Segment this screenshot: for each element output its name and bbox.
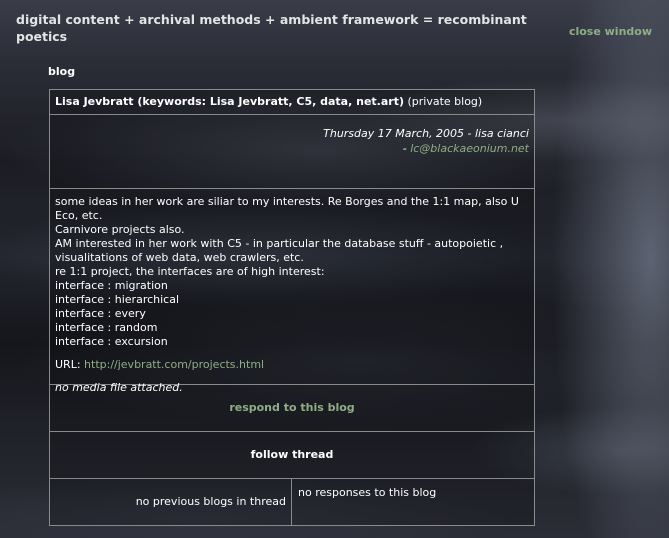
blog-date-row: Thursday 17 March, 2005 - lisa cianci - … — [50, 115, 534, 189]
body-line: interface : excursion — [55, 335, 168, 348]
blog-heading: Lisa Jevbratt (keywords: Lisa Jevbratt, … — [50, 90, 534, 115]
blog-heading-title: Lisa Jevbratt (keywords: Lisa Jevbratt, … — [55, 95, 404, 108]
url-link[interactable]: http://jevbratt.com/projects.html — [84, 358, 264, 371]
section-label: blog — [48, 65, 76, 78]
body-line: interface : hierarchical — [55, 293, 180, 306]
body-line: re 1:1 project, the interfaces are of hi… — [55, 265, 325, 278]
url-label: URL: — [55, 358, 81, 371]
blog-email-link[interactable]: lc@blackaeonium.net — [410, 142, 529, 155]
responses-cell: no responses to this blog — [298, 486, 437, 499]
site-title: digital content + archival methods + amb… — [16, 12, 527, 44]
follow-thread-heading: follow thread — [50, 432, 534, 479]
close-window-link[interactable]: close window — [569, 25, 652, 38]
blog-date-author: Thursday 17 March, 2005 - lisa cianci — [323, 127, 529, 140]
body-line: some ideas in her work are siliar to my … — [55, 195, 519, 222]
blog-email-line: - lc@blackaeonium.net — [50, 141, 529, 156]
body-line: interface : migration — [55, 279, 168, 292]
blog-heading-note: (private blog) — [407, 95, 483, 108]
body-line: interface : every — [55, 307, 146, 320]
body-line: Carnivore projects also. — [55, 223, 185, 236]
url-line: URL: http://jevbratt.com/projects.html — [55, 358, 529, 372]
previous-blogs-cell: no previous blogs in thread — [50, 479, 292, 525]
body-line: interface : random — [55, 321, 158, 334]
thread-nav: no previous blogs in thread no responses… — [50, 479, 534, 525]
blog-panel: Lisa Jevbratt (keywords: Lisa Jevbratt, … — [49, 89, 535, 526]
body-line: AM interested in her work with C5 - in p… — [55, 237, 504, 264]
blog-body: some ideas in her work are siliar to my … — [50, 189, 534, 394]
